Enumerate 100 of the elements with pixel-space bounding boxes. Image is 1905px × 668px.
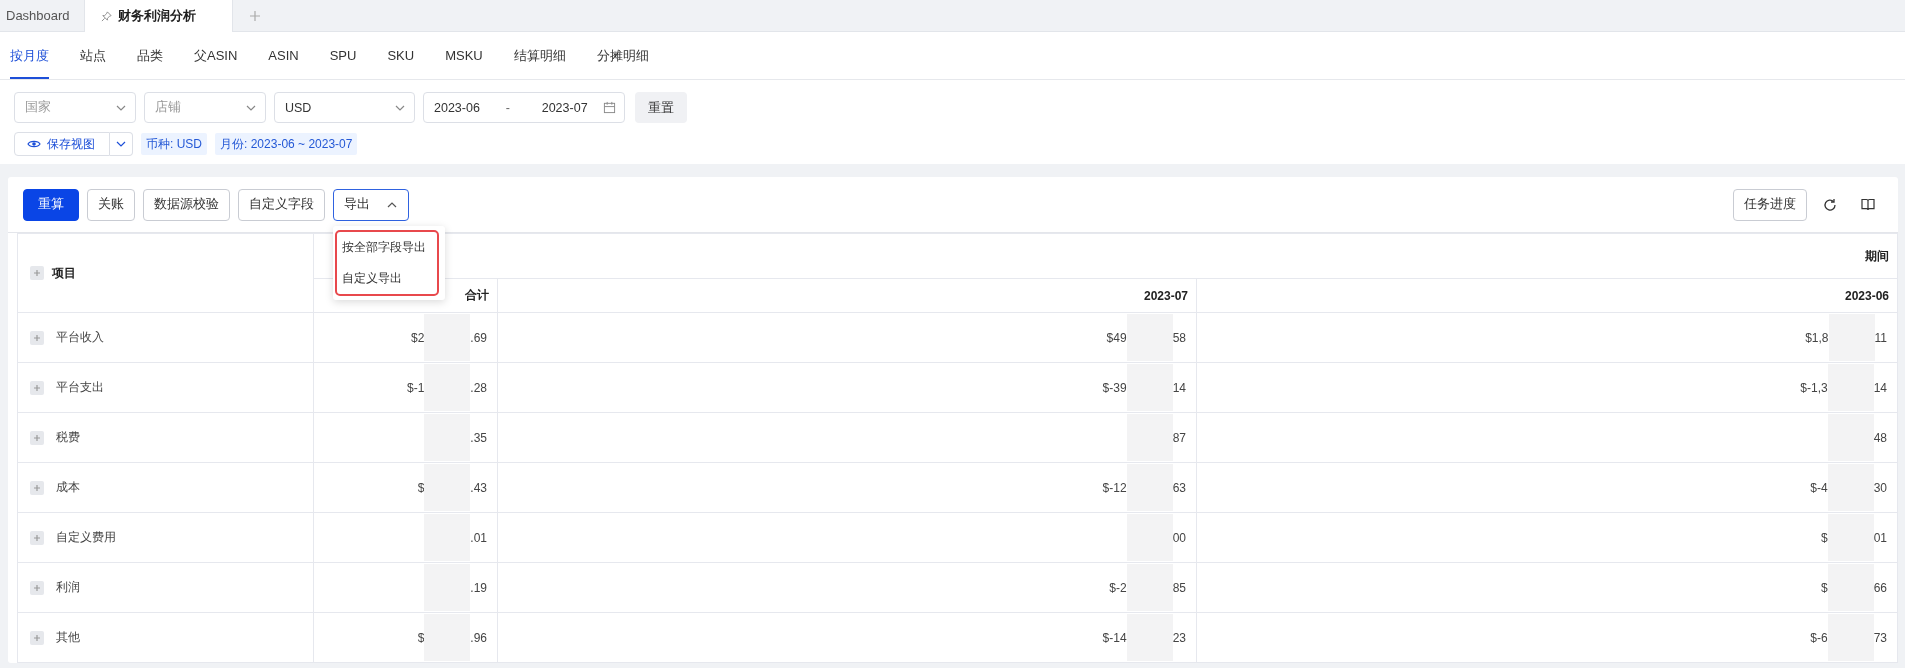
amount-text: 63 (1172, 480, 1186, 495)
expand-icon[interactable] (30, 330, 44, 345)
reset-button[interactable]: 重置 (635, 92, 687, 123)
amount-text: .43 (470, 480, 487, 495)
blurred-block (424, 364, 471, 411)
menu-item[interactable]: 自定义导出 (337, 262, 437, 294)
calendar-icon (603, 101, 616, 114)
row-label: 利润 (56, 579, 80, 596)
expand-icon[interactable] (30, 580, 44, 595)
date-range-field[interactable]: 2023-06 - 2023-07 (423, 92, 625, 123)
amount-text: 14 (1873, 380, 1887, 395)
row-label: 平台支出 (56, 379, 104, 396)
amount-text: $-39 (1102, 380, 1127, 395)
amount-text: 23 (1172, 630, 1186, 645)
blurred-block (424, 314, 471, 361)
row-label: 其他 (56, 629, 80, 646)
amount-text: $-12 (1102, 480, 1127, 495)
amount-text: $ (417, 480, 425, 495)
blurred-block (1828, 314, 1875, 361)
view-tab[interactable]: 父ASIN (194, 32, 238, 79)
book-icon[interactable] (1861, 198, 1875, 211)
amount-text: 01 (1873, 530, 1887, 545)
toolbar-button[interactable]: 关账 (87, 188, 135, 221)
row-label: 平台收入 (56, 329, 104, 346)
dropdown-button[interactable] (110, 132, 133, 156)
blurred-block (1126, 564, 1173, 611)
amount-text: 85 (1172, 580, 1186, 595)
amount-text: 73 (1873, 630, 1887, 645)
expand-icon[interactable] (30, 480, 44, 495)
view-tab[interactable]: SKU (387, 32, 415, 79)
amount-text: .96 (470, 630, 487, 645)
amount-text: 11 (1874, 330, 1887, 345)
toolbar-button[interactable]: 数据源校验 (143, 188, 230, 221)
view-tab[interactable]: 品类 (137, 32, 163, 79)
amount-text: 87 (1172, 430, 1186, 445)
amount-text: .28 (470, 380, 487, 395)
save-view-button[interactable]: 保存视图 (14, 132, 110, 156)
view-tab[interactable]: ASIN (268, 32, 299, 79)
blurred-block (1126, 464, 1173, 511)
amount-text: $-1 (406, 380, 425, 395)
task-progress-button[interactable]: 任务进度 (1733, 188, 1807, 221)
row-label: 自定义费用 (56, 529, 116, 546)
blurred-block (1126, 314, 1173, 361)
toolbar-button[interactable]: 重算 (23, 188, 79, 221)
amount-text: $ (1820, 530, 1828, 545)
window-tab[interactable]: 财务利润分析 (83, 0, 233, 32)
expand-icon[interactable] (30, 380, 44, 395)
blurred-block (1126, 514, 1173, 561)
amount-text: $-1,3 (1800, 380, 1828, 395)
amount-text: $-14 (1102, 630, 1127, 645)
amount-text: $-6 (1810, 630, 1828, 645)
blurred-block (1827, 464, 1874, 511)
amount-text: .19 (470, 580, 487, 595)
amount-text: 14 (1172, 380, 1186, 395)
amount-text: $ (417, 630, 425, 645)
amount-text: $-4 (1810, 480, 1828, 495)
amount-text: $ (1820, 580, 1828, 595)
amount-text: .35 (470, 430, 487, 445)
refresh-icon[interactable] (1823, 197, 1837, 212)
add-tab-icon[interactable] (248, 9, 261, 22)
amount-text: $49 (1106, 330, 1127, 345)
blurred-block (424, 414, 471, 461)
column-header: 2023-07 (497, 278, 1197, 313)
view-tab[interactable]: 分摊明细 (596, 32, 649, 79)
menu-item[interactable]: 按全部字段导出 (337, 231, 437, 263)
amount-text: 58 (1172, 330, 1186, 345)
pin-icon (100, 10, 112, 22)
blurred-block (1827, 414, 1874, 461)
blurred-block (1827, 514, 1874, 561)
amount-text: .01 (470, 530, 487, 545)
blurred-block (1827, 564, 1874, 611)
expand-icon[interactable] (30, 630, 44, 645)
amount-text: 66 (1873, 580, 1887, 595)
select-field[interactable]: USD (274, 92, 415, 123)
view-tab[interactable]: SPU (329, 32, 357, 79)
blurred-block (1126, 364, 1173, 411)
toolbar-button[interactable]: 自定义字段 (238, 188, 325, 221)
amount-text: 30 (1873, 480, 1887, 495)
amount-text: 48 (1873, 430, 1887, 445)
blurred-block (424, 514, 471, 561)
blurred-block (1126, 414, 1173, 461)
column-header: 2023-06 (1196, 278, 1898, 313)
expand-icon[interactable] (30, 530, 44, 545)
expand-icon[interactable] (30, 430, 44, 445)
amount-text: $-2 (1109, 580, 1127, 595)
view-tab[interactable]: 结算明细 (513, 32, 566, 79)
view-tab[interactable]: MSKU (445, 32, 483, 79)
column-header: 项目 (52, 264, 76, 282)
amount-text: 00 (1172, 530, 1186, 545)
filter-tag: 币种: USD (141, 133, 207, 155)
window-tab[interactable]: Dashboard (0, 0, 84, 31)
amount-text: $2 (410, 330, 425, 345)
row-label: 成本 (56, 479, 80, 496)
expand-icon[interactable] (30, 266, 44, 280)
view-tab[interactable]: 站点 (80, 32, 106, 79)
blurred-block (424, 564, 471, 611)
row-label: 税费 (56, 429, 80, 446)
export-dropdown-button[interactable]: 导出 (333, 188, 409, 221)
filter-tag: 月份: 2023-06 ~ 2023-07 (215, 133, 358, 155)
blurred-block (424, 464, 471, 511)
